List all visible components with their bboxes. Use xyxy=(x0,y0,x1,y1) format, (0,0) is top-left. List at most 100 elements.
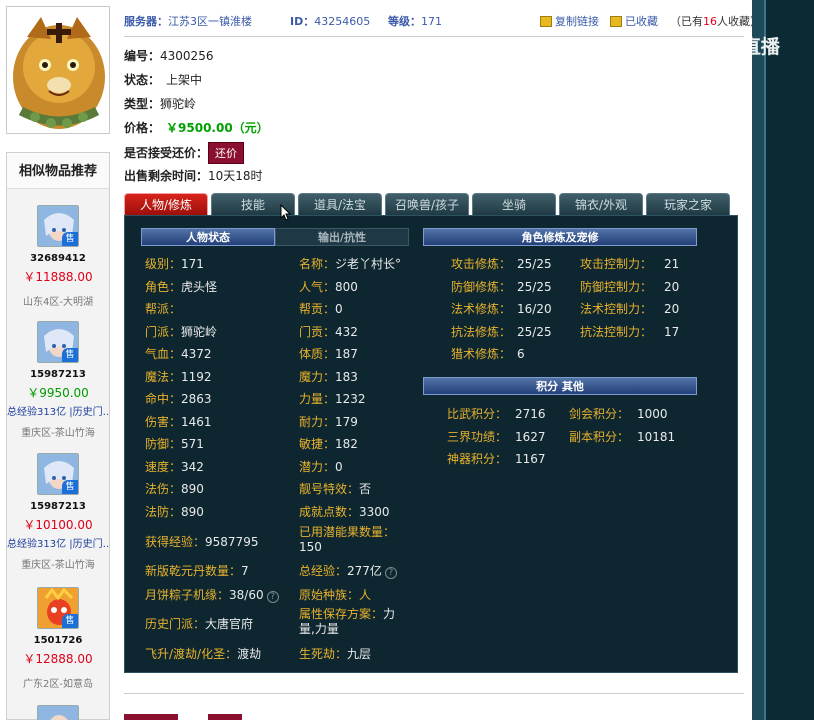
server-value: 江苏3区一镇淮楼 xyxy=(168,15,252,28)
copy-link-icon xyxy=(540,16,552,27)
stat-potential: 潜力：0 xyxy=(299,460,343,474)
item-thumbnail[interactable]: 售 xyxy=(37,321,79,363)
similar-item[interactable]: 售 15987213 ￥10100.00 总经验313亿 |历史门… 重庆区-茶… xyxy=(7,453,109,571)
sell-badge: 售 xyxy=(62,232,78,246)
detail-tabs: 人物/修炼 技能 道具/法宝 召唤兽/孩子 坐骑 锦衣/外观 玩家之家 xyxy=(124,193,738,215)
cult-attack: 攻击修炼： 25/25 xyxy=(451,257,552,271)
bargain-row: 是否接受还价： 还价 xyxy=(124,142,245,164)
stat-magic-defense: 法防：890 xyxy=(145,505,204,519)
bottom-action-button[interactable] xyxy=(208,714,242,720)
stat-special-id: 靓号特效：否 xyxy=(299,482,372,496)
cult-defense: 防御修炼： 25/25 xyxy=(451,280,552,294)
item-area: 广东2区-如意岛 xyxy=(23,679,93,690)
watermark-logo: CC直播 xyxy=(686,32,780,59)
item-price: ￥10100.00 xyxy=(23,518,93,532)
tab-pets[interactable]: 召唤兽/孩子 xyxy=(385,193,469,215)
price-row: 价格： ￥9500.00（元） xyxy=(124,121,269,135)
stat-magic-power: 魔力：183 xyxy=(299,370,358,384)
bargain-button[interactable]: 还价 xyxy=(208,142,245,164)
stat-life-death: 生死劫：九层 xyxy=(299,647,372,661)
status-row: 状态： 上架中 xyxy=(124,73,203,87)
stat-qianyuan: 新版乾元丹数量：7 xyxy=(145,564,249,578)
stat-mooncake: 月饼粽子机缘：38/60? xyxy=(145,586,279,603)
type-row: 类型：狮驼岭 xyxy=(124,97,197,111)
stat-level: 级别：171 xyxy=(145,257,204,271)
points-sword: 剑会积分： 1000 xyxy=(569,407,668,421)
favorite-button[interactable]: 已收藏 xyxy=(610,13,658,29)
stat-total-exp: 总经验：277亿? xyxy=(299,562,397,579)
points-dungeon: 副本积分： 10181 xyxy=(569,430,676,444)
tab-outfits[interactable]: 锦衣/外观 xyxy=(559,193,643,215)
stat-hit: 命中：2863 xyxy=(145,392,212,406)
stat-potential-fruit: 已用潜能果数量：150 xyxy=(299,525,396,554)
item-price: ￥9950.00 xyxy=(27,386,89,400)
item-id: 1501726 xyxy=(33,635,83,646)
item-thumbnail[interactable]: 售 xyxy=(37,205,79,247)
header-divider xyxy=(124,36,744,37)
item-thumbnail[interactable]: 售 xyxy=(37,587,79,629)
points-pk: 比武积分： 2716 xyxy=(447,407,546,421)
similar-item[interactable]: 售 15987213 ￥9950.00 总经验313亿 |历史门… 重庆区-茶山… xyxy=(7,321,109,439)
item-desc[interactable]: 总经验313亿 |历史门… xyxy=(7,535,109,550)
bottom-action-button[interactable] xyxy=(124,714,178,720)
item-id: 32689412 xyxy=(30,253,86,264)
cultivation-header: 角色修炼及宠修 xyxy=(423,228,697,246)
similar-item[interactable]: 售 1501726 ￥12888.00 广东2区-如意岛 xyxy=(7,587,109,690)
subtab-output[interactable]: 输出/抗性 xyxy=(275,228,409,246)
tab-mounts[interactable]: 坐骑 xyxy=(472,193,556,215)
stat-hp: 气血：4372 xyxy=(145,347,212,361)
stat-strength: 力量：1232 xyxy=(299,392,366,406)
stat-school: 门派：狮驼岭 xyxy=(145,325,218,339)
item-thumbnail[interactable]: 售 xyxy=(37,453,79,495)
similar-item[interactable] xyxy=(7,705,109,720)
character-panel: 人物状态 输出/抗性 角色修炼及宠修 积分 其他 级别：171 角色：虎头怪 帮… xyxy=(124,215,738,673)
copy-link-button[interactable]: 复制链接 xyxy=(540,13,599,29)
stat-constitution: 体质：187 xyxy=(299,347,358,361)
id-label: ID： xyxy=(290,15,315,28)
points-header: 积分 其他 xyxy=(423,377,697,395)
stat-endurance: 耐力：179 xyxy=(299,415,358,429)
price-value: ￥9500.00（元） xyxy=(166,121,269,135)
similar-items-sidebar: 相似物品推荐 售 32689412 ￥11888.00 山东4区-大明湖 售 1… xyxy=(6,152,110,720)
item-id: 15987213 xyxy=(30,369,86,380)
tab-home[interactable]: 玩家之家 xyxy=(646,193,730,215)
stat-damage: 伤害：1461 xyxy=(145,415,212,429)
item-area: 山东4区-大明湖 xyxy=(23,297,93,308)
favorite-icon xyxy=(610,16,622,27)
number-row: 编号：4300256 xyxy=(124,49,214,63)
cult-defense-control: 防御控制力： 20 xyxy=(580,280,680,294)
stat-name: 名称：ジ老丫村长° xyxy=(299,257,402,271)
stat-role: 角色：虎头怪 xyxy=(145,280,218,294)
item-id: 15987213 xyxy=(30,501,86,512)
stat-popularity: 人气：800 xyxy=(299,280,358,294)
character-avatar xyxy=(6,6,110,134)
similar-item[interactable]: 售 32689412 ￥11888.00 山东4区-大明湖 xyxy=(7,205,109,308)
cult-attack-control: 攻击控制力： 21 xyxy=(580,257,680,271)
level-label: 等级： xyxy=(388,15,421,28)
sell-badge: 售 xyxy=(62,348,78,362)
stat-exp: 获得经验：9587795 xyxy=(145,535,259,549)
stat-guild-contrib: 帮贡：0 xyxy=(299,302,343,316)
stat-ascension: 飞升/渡劫/化圣：渡劫 xyxy=(145,647,262,661)
cult-hunt: 猎术修炼： 6 xyxy=(451,347,525,361)
cc-logo-icon xyxy=(686,38,710,56)
item-area: 重庆区-茶山竹海 xyxy=(21,428,95,439)
stat-achievement: 成就点数：3300 xyxy=(299,505,390,519)
help-icon[interactable]: ? xyxy=(384,567,397,579)
stat-race: 原始种族：人 xyxy=(299,588,372,602)
help-icon[interactable]: ? xyxy=(266,591,279,603)
tab-character[interactable]: 人物/修炼 xyxy=(124,193,208,215)
stat-agility: 敏捷：182 xyxy=(299,437,358,451)
item-desc[interactable]: 总经验313亿 |历史门… xyxy=(7,403,109,418)
cult-magic: 法术修炼： 16/20 xyxy=(451,302,552,316)
id-value: 43254605 xyxy=(314,15,371,28)
item-thumbnail[interactable] xyxy=(37,705,79,720)
tab-items[interactable]: 道具/法宝 xyxy=(298,193,382,215)
cult-magic-control: 法术控制力： 20 xyxy=(580,302,680,316)
stat-guild: 帮派： xyxy=(145,302,182,316)
sell-badge: 售 xyxy=(62,614,78,628)
subtab-status[interactable]: 人物状态 xyxy=(141,228,275,246)
page: 相似物品推荐 售 32689412 ￥11888.00 山东4区-大明湖 售 1… xyxy=(0,0,761,720)
points-artifact: 神器积分： 1167 xyxy=(447,452,546,466)
level-value: 171 xyxy=(421,15,442,28)
